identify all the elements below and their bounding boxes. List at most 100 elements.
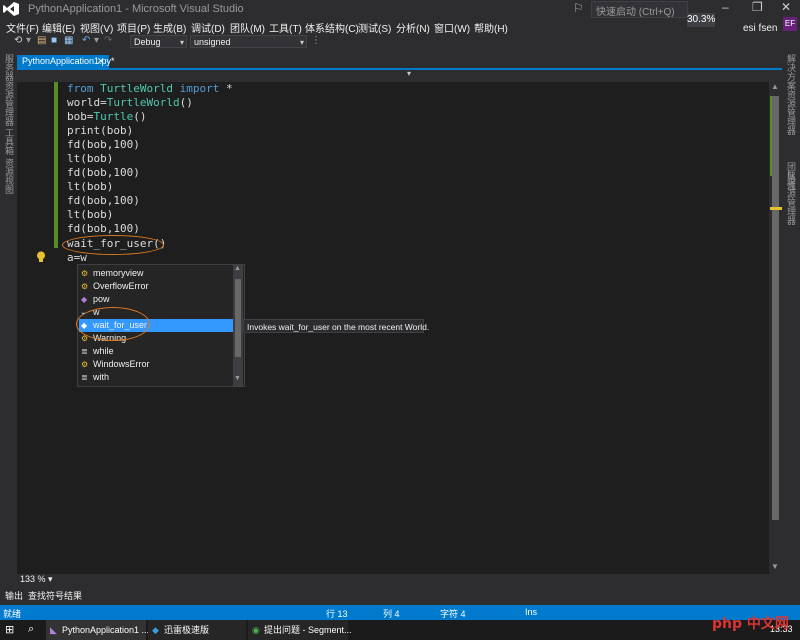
quick-launch-input[interactable]: 快速启动 (Ctrl+Q) xyxy=(591,1,688,18)
save-all-icon[interactable]: ▦ xyxy=(64,35,73,46)
scroll-up-icon[interactable]: ▲ xyxy=(234,265,241,272)
code-line[interactable]: fd(bob,100) xyxy=(67,166,140,180)
zoom-level-select[interactable]: 133 % ▾ xyxy=(20,574,53,585)
taskbar-item-visual-studio[interactable]: ◣ PythonApplication1 ... xyxy=(46,620,149,640)
menu-architecture[interactable]: 体系结构(C) xyxy=(305,20,359,35)
menu-analyze[interactable]: 分析(N) xyxy=(396,20,430,35)
menu-debug[interactable]: 调试(D) xyxy=(191,20,225,35)
code-line[interactable]: bob=Turtle() xyxy=(67,110,147,124)
taskbar-item-thunder[interactable]: ◆ 迅雷极速版 xyxy=(148,620,246,640)
browser-icon: ◉ xyxy=(252,625,260,635)
status-line: 行 13 xyxy=(326,609,348,619)
close-button[interactable]: ✕ xyxy=(781,0,791,14)
tab-resource-view[interactable]: 资源视图 xyxy=(3,158,16,194)
navigate-back-icon[interactable]: ⟲ xyxy=(14,35,22,46)
completion-scrollbar[interactable]: ▲ ▼ xyxy=(233,265,243,386)
code-line[interactable]: world=TurtleWorld() xyxy=(67,96,193,110)
tab-toolbox[interactable]: 工具箱 xyxy=(3,128,16,155)
menu-build[interactable]: 生成(B) xyxy=(153,20,186,35)
code-line[interactable]: from TurtleWorld import * xyxy=(67,82,233,96)
code-class: TurtleWorld xyxy=(106,96,180,109)
code-keyword: import xyxy=(179,82,220,95)
code-line[interactable]: fd(bob,100) xyxy=(67,222,140,236)
menu-project[interactable]: 项目(P) xyxy=(117,20,150,35)
user-avatar[interactable]: EF xyxy=(783,17,797,31)
tab-find-symbol-results[interactable]: 查找符号结果 xyxy=(28,589,82,602)
menu-team[interactable]: 团队(M) xyxy=(230,20,265,35)
annotation-circle-completion xyxy=(76,307,150,341)
menu-bar: 文件(F) 编辑(E) 视图(V) 项目(P) 生成(B) 调试(D) 团队(M… xyxy=(0,19,800,35)
redo-icon[interactable]: ↷ xyxy=(104,35,112,46)
menu-test[interactable]: 测试(S) xyxy=(358,20,391,35)
chevron-down-icon: ▾ xyxy=(299,38,304,47)
menu-tools[interactable]: 工具(T) xyxy=(269,20,302,35)
scrollbar-change-marker xyxy=(770,96,772,176)
completion-item[interactable]: ⚙ memoryview xyxy=(79,267,234,280)
left-tool-strip: 服务器资源管理器 工具箱 资源视图 xyxy=(0,50,17,590)
menu-file[interactable]: 文件(F) xyxy=(6,20,39,35)
quick-launch-placeholder: 快速启动 (Ctrl+Q) xyxy=(596,7,675,18)
completion-scroll-thumb[interactable] xyxy=(235,279,241,357)
notification-flag-icon[interactable]: ⚐ xyxy=(573,1,584,15)
undo-icon[interactable]: ↶ xyxy=(82,35,90,46)
menu-view[interactable]: 视图(V) xyxy=(80,20,113,35)
editor-scroll-thumb[interactable] xyxy=(772,96,779,520)
tab-properties[interactable]: 属性 xyxy=(785,172,798,190)
class-icon: ⚙ xyxy=(81,282,89,291)
open-folder-icon[interactable]: ▤ xyxy=(37,35,46,46)
windows-taskbar: ⊞ ⌕ ◣ PythonApplication1 ... ◆ 迅雷极速版 ◉ 提… xyxy=(0,620,800,640)
completion-item[interactable]: ⚙ WindowsError xyxy=(79,358,234,371)
configuration-value: Debug xyxy=(134,37,161,47)
code-line[interactable]: print(bob) xyxy=(67,124,133,138)
lightbulb-icon[interactable] xyxy=(36,251,46,263)
completion-item-label: OverflowError xyxy=(93,281,149,291)
maximize-button[interactable]: ❐ xyxy=(752,0,763,14)
menu-edit[interactable]: 编辑(E) xyxy=(42,20,75,35)
code-text: () xyxy=(179,96,193,109)
document-tab[interactable]: PythonApplication1.py* ✕ xyxy=(17,55,115,68)
configuration-select[interactable]: Debug ▾ xyxy=(130,35,187,48)
user-name[interactable]: esi fsen xyxy=(743,23,777,34)
code-text: () xyxy=(133,110,147,123)
code-class: Turtle xyxy=(93,110,134,123)
code-text: world= xyxy=(67,96,107,109)
completion-item[interactable]: ≣ while xyxy=(79,345,234,358)
undo-dropdown-icon[interactable]: ▾ xyxy=(94,35,99,46)
close-tab-icon[interactable]: ✕ xyxy=(97,55,105,68)
code-line[interactable]: fd(bob,100) xyxy=(67,138,140,152)
minimize-button[interactable]: – xyxy=(722,0,729,14)
completion-item-label: with xyxy=(93,372,110,382)
code-module: TurtleWorld xyxy=(100,82,173,95)
menu-window[interactable]: 窗口(W) xyxy=(434,20,470,35)
completion-item[interactable]: ≣ with xyxy=(79,371,234,384)
toolbar-overflow-icon[interactable]: ⋮ xyxy=(311,35,321,46)
toolbar-dropdown-icon[interactable]: ▾ xyxy=(26,35,31,46)
platform-select[interactable]: unsigned ▾ xyxy=(190,35,307,48)
save-icon[interactable]: ■ xyxy=(51,35,57,46)
scroll-up-icon[interactable]: ▲ xyxy=(771,82,779,91)
keyword-icon: ≣ xyxy=(81,347,88,356)
taskbar-item-browser[interactable]: ◉ 提出问题 - Segment... xyxy=(248,620,352,640)
windows-start-icon[interactable]: ⊞ xyxy=(5,623,14,636)
chevron-down-icon[interactable]: ▾ xyxy=(407,69,411,78)
code-text: * xyxy=(219,82,233,95)
scroll-down-icon[interactable]: ▼ xyxy=(771,562,779,571)
code-line[interactable]: fd(bob,100) xyxy=(67,194,140,208)
taskbar-item-label: 提出问题 - Segment... xyxy=(264,625,352,635)
scroll-down-icon[interactable]: ▼ xyxy=(234,375,241,382)
search-icon[interactable]: ⌕ xyxy=(28,623,34,636)
window-title: PythonApplication1 - Microsoft Visual St… xyxy=(28,3,244,15)
tab-solution-explorer[interactable]: 解决方案资源管理器 xyxy=(785,54,798,135)
code-line[interactable]: lt(bob) xyxy=(67,180,113,194)
watermark-logo: php 中文网 xyxy=(712,616,789,632)
code-line[interactable]: lt(bob) xyxy=(67,152,113,166)
tab-server-explorer[interactable]: 服务器资源管理器 xyxy=(3,54,16,126)
completion-item-label: while xyxy=(93,346,114,356)
thunder-icon: ◆ xyxy=(152,625,159,635)
menu-help[interactable]: 帮助(H) xyxy=(474,20,508,35)
tab-output[interactable]: 输出 xyxy=(5,589,23,602)
code-line[interactable]: lt(bob) xyxy=(67,208,113,222)
completion-item[interactable]: ⚙ OverflowError xyxy=(79,280,234,293)
completion-item[interactable]: ◆ pow xyxy=(79,293,234,306)
editor-vertical-scrollbar[interactable]: ▲ ▼ xyxy=(769,82,782,574)
